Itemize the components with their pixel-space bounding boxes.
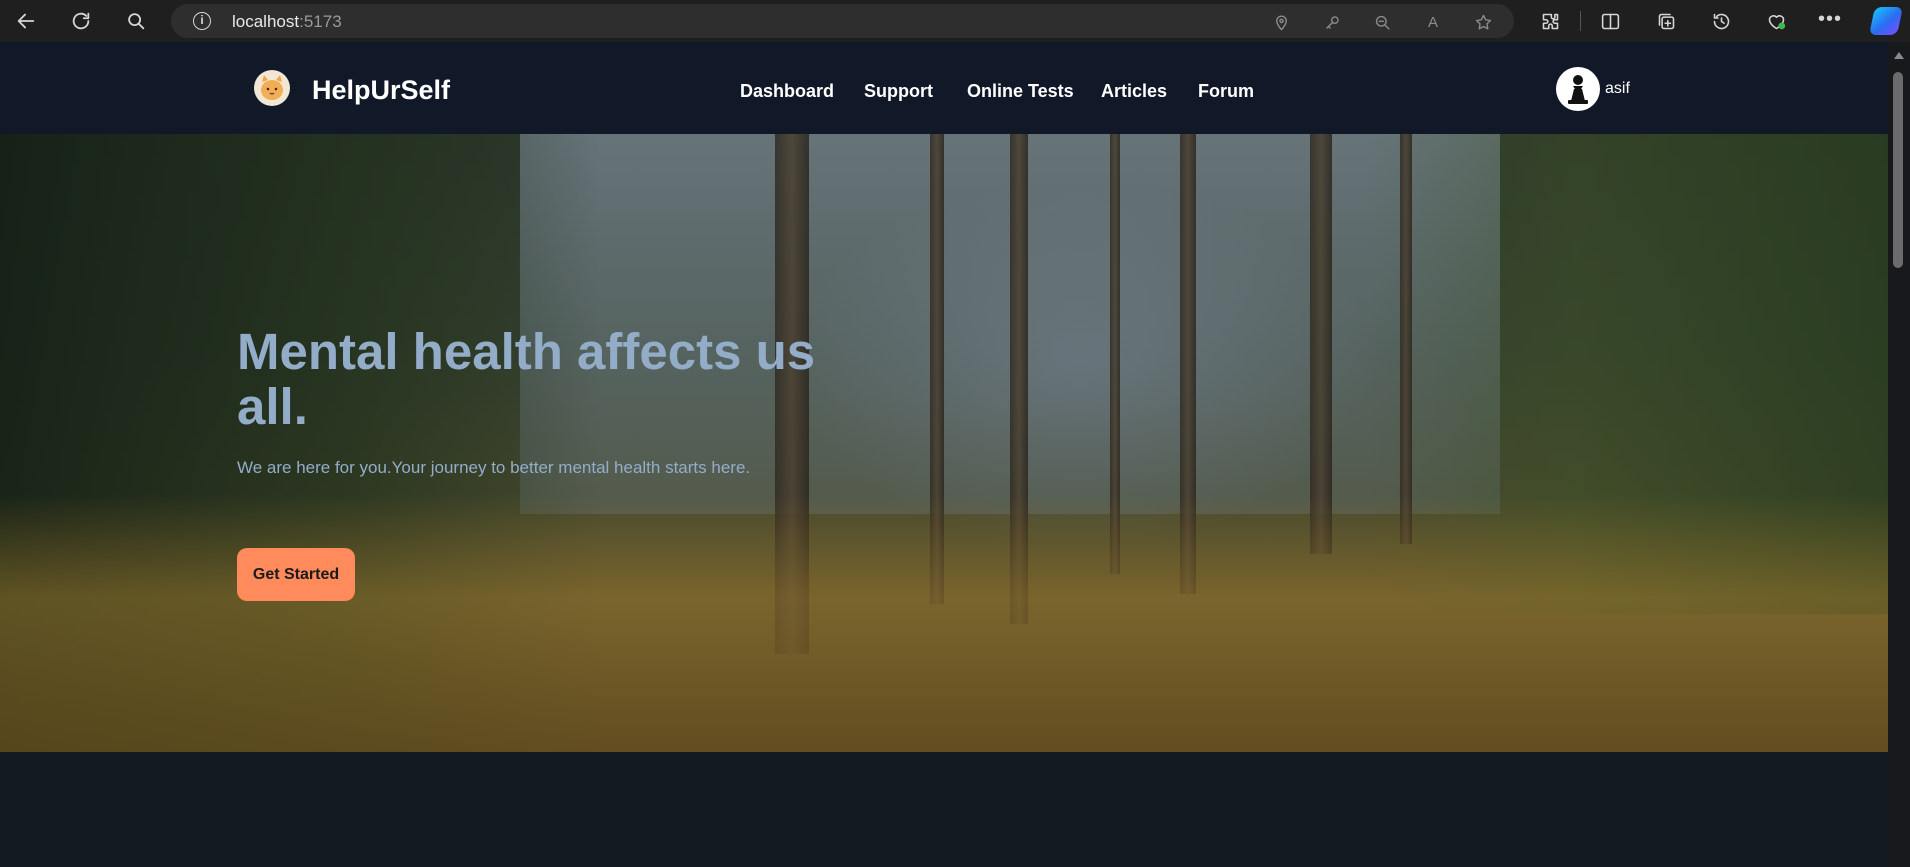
get-started-button[interactable]: Get Started — [237, 548, 355, 601]
key-icon[interactable] — [1321, 11, 1343, 33]
site-info-icon[interactable]: i — [193, 12, 211, 30]
extensions-icon[interactable] — [1538, 9, 1562, 33]
favorite-star-icon[interactable] — [1472, 11, 1494, 33]
back-icon[interactable] — [12, 7, 40, 35]
site-navbar: HelpUrSelf Dashboard Support Online Test… — [0, 42, 1888, 134]
hero-section: Mental health affects us all. We are her… — [0, 134, 1888, 752]
read-aloud-icon[interactable]: A — [1422, 11, 1444, 33]
scroll-up-arrow-icon[interactable] — [1894, 52, 1904, 59]
refresh-icon[interactable] — [67, 7, 95, 35]
more-options-icon[interactable]: ••• — [1818, 9, 1842, 29]
browser-essentials-icon[interactable] — [1764, 9, 1788, 33]
hero-subtitle: We are here for you.Your journey to bett… — [237, 458, 751, 477]
hero-background-meadow — [0, 494, 1888, 752]
nav-link-articles[interactable]: Articles — [1101, 81, 1167, 102]
toolbar-divider — [1580, 11, 1581, 31]
nav-link-dashboard[interactable]: Dashboard — [740, 81, 834, 102]
copilot-icon[interactable] — [1869, 7, 1903, 35]
user-avatar[interactable] — [1556, 67, 1600, 111]
browser-toolbar: i localhost:5173 A ••• — [0, 0, 1910, 42]
hero-title: Mental health affects us all. — [237, 323, 816, 435]
url-text[interactable]: localhost:5173 — [232, 12, 342, 32]
nav-link-support[interactable]: Support — [864, 81, 933, 102]
user-name[interactable]: asif — [1605, 80, 1630, 98]
page-viewport: HelpUrSelf Dashboard Support Online Test… — [0, 42, 1888, 867]
cat-logo-icon[interactable] — [254, 70, 290, 106]
location-icon[interactable] — [1270, 11, 1292, 33]
address-bar[interactable]: i localhost:5173 A — [171, 4, 1514, 38]
tree-trunk — [1310, 134, 1332, 554]
page-scrollbar[interactable] — [1888, 42, 1910, 867]
nav-link-online-tests[interactable]: Online Tests — [967, 81, 1074, 102]
zoom-out-icon[interactable] — [1371, 11, 1393, 33]
search-icon[interactable] — [122, 7, 150, 35]
tree-trunk — [1400, 134, 1412, 544]
scrollbar-thumb[interactable] — [1893, 72, 1903, 268]
split-screen-icon[interactable] — [1598, 9, 1622, 33]
brand-name[interactable]: HelpUrSelf — [312, 75, 450, 106]
collections-icon[interactable] — [1654, 9, 1678, 33]
nav-link-forum[interactable]: Forum — [1198, 81, 1254, 102]
history-icon[interactable] — [1709, 9, 1733, 33]
